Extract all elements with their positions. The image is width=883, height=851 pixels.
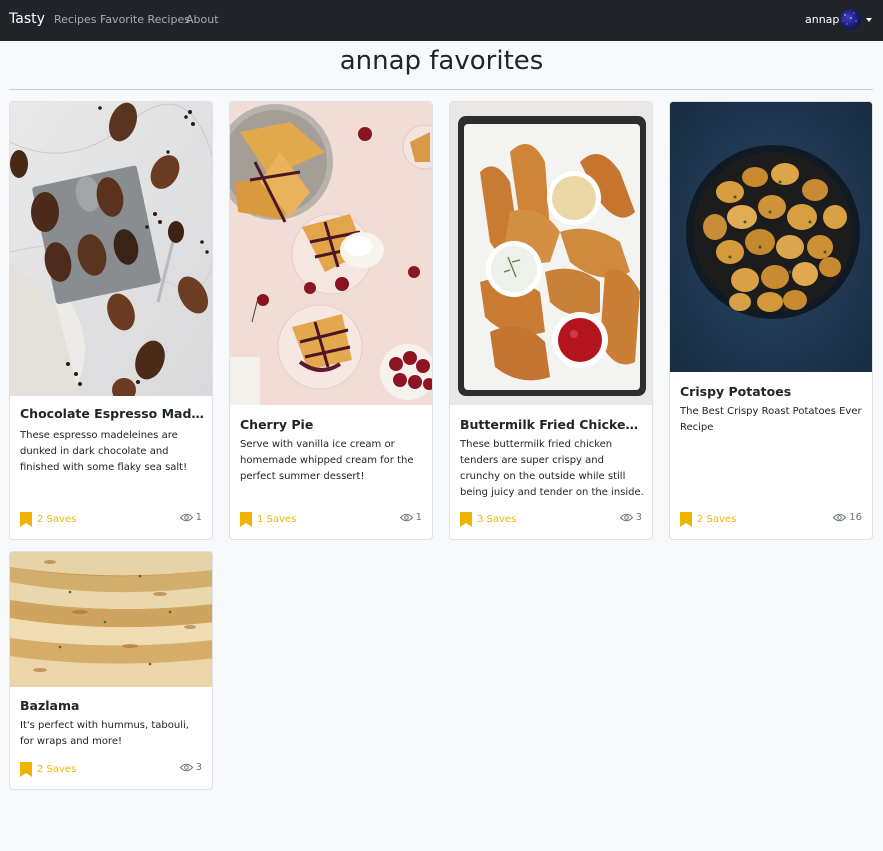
recipe-card[interactable]: Bazlama It's perfect with hummus, taboul…	[9, 551, 213, 790]
eye-icon	[833, 513, 847, 522]
view-count-value: 1	[415, 512, 422, 523]
brand-logo[interactable]: Tasty	[9, 11, 45, 27]
recipe-title[interactable]: Chocolate Espresso Madeleines	[20, 406, 204, 421]
save-button[interactable]: 2 Saves	[20, 511, 76, 527]
card-footer: 2 Saves 1	[20, 511, 202, 527]
madeleines-photo[interactable]	[10, 102, 212, 396]
page-title: annap favorites	[339, 46, 544, 76]
recipe-description: It's perfect with hummus, tabouli, for w…	[20, 720, 189, 747]
card-footer: 3 Saves 3	[460, 511, 642, 527]
save-button[interactable]: 2 Saves	[680, 511, 736, 527]
view-count-value: 1	[195, 512, 202, 523]
save-button[interactable]: 2 Saves	[20, 761, 76, 777]
view-count-value: 16	[849, 512, 862, 523]
recipe-description: These buttermilk fried chicken tenders a…	[460, 439, 644, 498]
chicken-tenders-photo[interactable]	[450, 102, 652, 405]
card-footer: 2 Saves 3	[20, 761, 202, 777]
save-button[interactable]: 3 Saves	[460, 511, 516, 527]
roast-potatoes-photo[interactable]	[670, 102, 872, 372]
eye-icon	[179, 763, 193, 772]
recipe-title[interactable]: Crispy Potatoes	[680, 384, 864, 399]
view-count: 3	[179, 762, 202, 773]
eye-icon	[399, 513, 413, 522]
bookmark-icon	[240, 511, 252, 527]
save-button[interactable]: 1 Saves	[240, 511, 296, 527]
recipe-description: Serve with vanilla ice cream or homemade…	[240, 439, 414, 482]
flatbread-photo[interactable]	[10, 552, 212, 687]
cherry-pie-photo[interactable]	[230, 102, 432, 405]
recipe-card[interactable]: Chocolate Espresso Madeleines These espr…	[9, 101, 213, 540]
recipe-description: The Best Crispy Roast Potatoes Ever Reci…	[680, 406, 862, 433]
recipe-title[interactable]: Buttermilk Fried Chicken Tenders	[460, 417, 644, 432]
recipe-card[interactable]: Crispy Potatoes The Best Crispy Roast Po…	[669, 101, 873, 540]
recipe-description: These espresso madeleines are dunked in …	[20, 430, 188, 473]
recipe-card[interactable]: Cherry Pie Serve with vanilla ice cream …	[229, 101, 433, 540]
user-menu-name[interactable]: annap	[805, 13, 839, 26]
view-count-value: 3	[195, 762, 202, 773]
save-count: 2 Saves	[37, 513, 77, 525]
navbar: Tasty Recipes Favorite Recipes About ann…	[0, 0, 883, 41]
divider	[9, 89, 873, 90]
recipe-title[interactable]: Cherry Pie	[240, 417, 424, 432]
bookmark-icon	[460, 511, 472, 527]
chevron-down-icon[interactable]	[866, 18, 872, 22]
recipe-title[interactable]: Bazlama	[20, 698, 204, 713]
view-count: 16	[833, 512, 862, 523]
view-count: 1	[399, 512, 422, 523]
save-count: 2 Saves	[697, 513, 737, 525]
save-count: 3 Saves	[477, 513, 517, 525]
nav-link-recipes[interactable]: Recipes	[54, 13, 97, 26]
card-footer: 2 Saves 16	[680, 511, 862, 527]
bookmark-icon	[20, 761, 32, 777]
nav-link-about[interactable]: About	[186, 13, 219, 26]
avatar[interactable]	[840, 9, 861, 30]
save-count: 1 Saves	[257, 513, 297, 525]
bookmark-icon	[20, 511, 32, 527]
view-count-value: 3	[635, 512, 642, 523]
eye-icon	[179, 513, 193, 522]
view-count: 1	[179, 512, 202, 523]
bookmark-icon	[680, 511, 692, 527]
card-footer: 1 Saves 1	[240, 511, 422, 527]
nav-link-favorite-recipes[interactable]: Favorite Recipes	[100, 13, 190, 26]
recipe-card[interactable]: Buttermilk Fried Chicken Tenders These b…	[449, 101, 653, 540]
save-count: 2 Saves	[37, 763, 77, 775]
eye-icon	[619, 513, 633, 522]
view-count: 3	[619, 512, 642, 523]
